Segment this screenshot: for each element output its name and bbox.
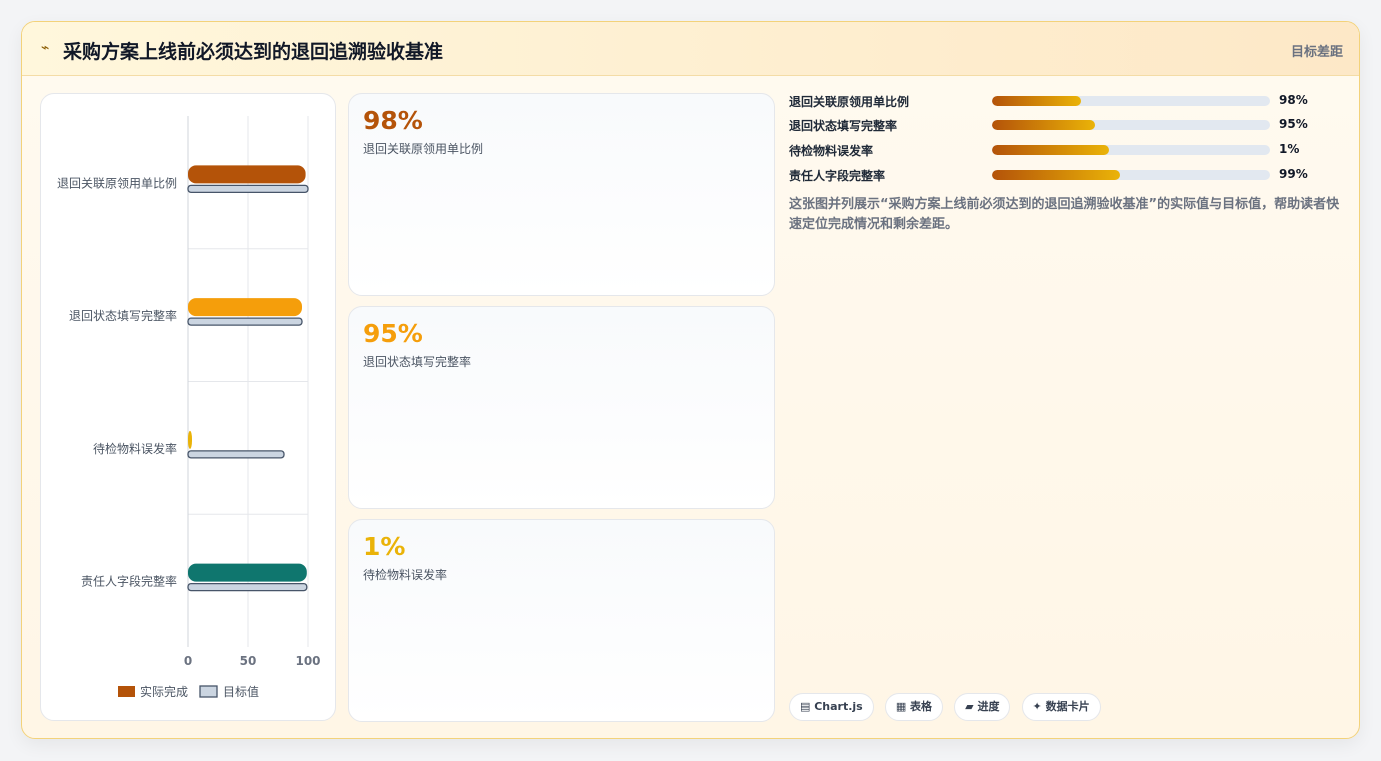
progress-value: 95% xyxy=(1279,117,1308,131)
kpi-card: 95% 退回状态填写完整率 xyxy=(348,306,775,509)
y-tick-label: 待检物料误发率 xyxy=(93,441,177,456)
y-tick-label: 责任人字段完整率 xyxy=(81,574,177,589)
bar-chart-panel: 0 50 100 退回关联原领用单比例退回状态填写完整率待检物料误发率责任人字段完整率… xyxy=(40,93,336,721)
progress-fill xyxy=(992,170,1120,180)
progress-row: 退回关联原领用单比例 98% xyxy=(789,92,1349,110)
kpi-card: 1% 待检物料误发率 xyxy=(348,519,775,722)
bar-target xyxy=(187,582,308,592)
progress-value: 1% xyxy=(1279,142,1300,156)
y-tick-label: 退回状态填写完整率 xyxy=(69,308,177,323)
bar-actual xyxy=(188,298,302,317)
tag-chartjs[interactable]: ▤ Chart.js xyxy=(789,693,874,721)
bar-target xyxy=(187,450,285,459)
card-header: ⌁ 采购方案上线前必须达到的退回追溯验收基准 目标差距 xyxy=(22,22,1359,76)
kpi-label: 退回关联原领用单比例 xyxy=(363,142,484,156)
progress-label: 责任人字段完整率 xyxy=(789,169,886,183)
chart-description: 这张图并列展示“采购方案上线前必须达到的退回追溯验收基准”的实际值与目标值，帮助… xyxy=(789,197,1340,232)
kpi-card: 98% 退回关联原领用单比例 xyxy=(348,93,775,296)
kpi-value: 98% xyxy=(363,106,423,135)
progress-row: 退回状态填写完整率 95% xyxy=(789,116,1349,134)
bar-actual xyxy=(188,563,307,582)
progress-label: 待检物料误发率 xyxy=(789,144,874,158)
gap-label: 目标差距 xyxy=(1290,45,1343,60)
tag-table[interactable]: ▦ 表格 xyxy=(884,693,944,721)
progress-value: 98% xyxy=(1279,93,1308,107)
kpi-value: 95% xyxy=(363,319,423,348)
progress-track xyxy=(992,120,1270,130)
progress-row: 待检物料误发率 1% xyxy=(789,141,1349,159)
tag-data-cards[interactable]: ✦ 数据卡片 xyxy=(1021,693,1101,721)
progress-track xyxy=(992,96,1270,106)
progress-row: 责任人字段完整率 99% xyxy=(789,166,1349,184)
legend-swatch-target xyxy=(199,685,218,698)
progress-fill xyxy=(992,145,1109,155)
tag-list: ▤ Chart.js ▦ 表格 ▰ 进度 ✦ 数据卡片 xyxy=(789,693,1107,721)
progress-value: 99% xyxy=(1279,167,1308,181)
progress-track xyxy=(992,170,1270,180)
kpi-label: 退回状态填写完整率 xyxy=(363,355,472,369)
kpi-value: 1% xyxy=(363,532,406,561)
bar-actual xyxy=(188,430,192,449)
bar-chart: 0 50 100 退回关联原领用单比例退回状态填写完整率待检物料误发率责任人字段完整率… xyxy=(57,116,321,699)
x-tick-label: 100 xyxy=(295,654,320,668)
report-card: ⌁ 采购方案上线前必须达到的退回追溯验收基准 目标差距 0 50 100 退回关联原领… xyxy=(21,21,1360,739)
tag-progress[interactable]: ▰ 进度 xyxy=(954,693,1011,721)
bar-target xyxy=(187,184,309,194)
bar-target xyxy=(187,317,303,326)
x-tick-label: 0 xyxy=(184,654,192,668)
progress-label: 退回关联原领用单比例 xyxy=(789,95,910,109)
progress-fill xyxy=(992,120,1095,130)
y-tick-label: 退回关联原领用单比例 xyxy=(57,176,177,190)
progress-fill xyxy=(992,96,1081,106)
legend-label-actual: 实际完成 xyxy=(140,684,188,699)
page-title: 采购方案上线前必须达到的退回追溯验收基准 xyxy=(63,41,444,63)
progress-label: 退回状态填写完整率 xyxy=(789,119,898,133)
bar-actual xyxy=(188,165,306,184)
x-tick-label: 50 xyxy=(240,654,257,668)
lightning-icon: ⌁ xyxy=(41,40,50,56)
legend-label-target: 目标值 xyxy=(223,684,259,699)
legend-swatch-actual xyxy=(118,686,135,697)
kpi-label: 待检物料误发率 xyxy=(363,568,448,582)
progress-track xyxy=(992,145,1270,155)
